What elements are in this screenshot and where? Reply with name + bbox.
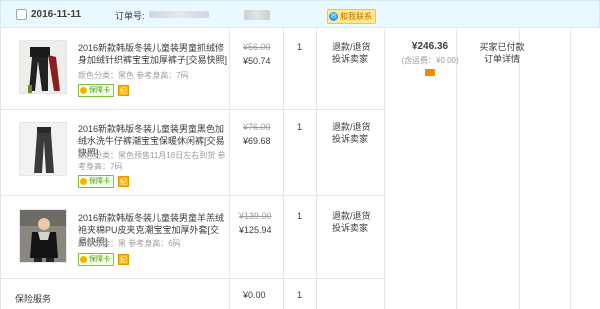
- unit-price: ¥125.94: [239, 225, 272, 235]
- guarantee-icon: [80, 87, 87, 94]
- seven-day-icon[interactable]: 纪: [118, 85, 129, 96]
- order-number-label: 订单号:: [115, 11, 145, 21]
- order-header: 2016-11-11 订单号: ✉ 和我联系: [0, 0, 600, 28]
- original-price: ¥56.00: [243, 42, 271, 52]
- insurance-price: ¥0.00: [243, 290, 266, 300]
- unit-price: ¥50.74: [243, 56, 271, 66]
- divider: [316, 28, 317, 309]
- original-price: ¥139.00: [239, 211, 272, 221]
- order-date: 2016-11-11: [31, 9, 82, 20]
- guarantee-badge[interactable]: 保障卡: [78, 175, 114, 188]
- guarantee-label: 保障卡: [89, 178, 110, 185]
- guarantee-badge[interactable]: 保障卡: [78, 84, 114, 97]
- insurance-label: 保险服务: [15, 294, 52, 304]
- product-attrs: 颜色分类：黑 参考身高：6码: [78, 239, 181, 248]
- order-checkbox[interactable]: [16, 9, 27, 20]
- badge-row: 保障卡 纪: [78, 175, 129, 188]
- refund-link[interactable]: 退款/退货: [332, 41, 382, 53]
- unit-price: ¥69.68: [243, 136, 271, 146]
- divider: [283, 28, 284, 309]
- badge-row: 保障卡 纪: [78, 253, 129, 266]
- quantity: 1: [297, 211, 303, 221]
- chat-icon: ✉: [329, 12, 338, 21]
- product-thumbnail[interactable]: [19, 209, 67, 263]
- order-detail-link[interactable]: 订单详情: [472, 53, 532, 65]
- divider: [570, 28, 571, 309]
- item-actions: 退款/退货 投诉卖家: [332, 121, 382, 145]
- order-card: 2016-11-11 订单号: ✉ 和我联系 2016新款韩版冬装儿童装男童抓绒…: [0, 0, 600, 309]
- item-actions: 退款/退货 投诉卖家: [332, 210, 382, 234]
- row-divider: [1, 109, 384, 110]
- product-attrs: 颜色分类：黑色 参考身高：7码: [78, 71, 189, 80]
- refund-link[interactable]: 退款/退货: [332, 121, 382, 133]
- guarantee-icon: [80, 256, 87, 263]
- product-title-text[interactable]: 2016新款韩版冬装儿童装男童羊羔绒袍夹棉PU皮夹克潮宝宝加厚外套: [78, 213, 224, 235]
- total-amount: ¥246.36: [411, 41, 449, 52]
- guarantee-icon: [80, 178, 87, 185]
- seven-day-icon[interactable]: 纪: [118, 254, 129, 265]
- row-divider: [1, 278, 384, 279]
- guarantee-label: 保障卡: [89, 256, 110, 263]
- order-status: 买家已付款 订单详情: [472, 41, 532, 65]
- refund-link[interactable]: 退款/退货: [332, 210, 382, 222]
- divider: [519, 28, 520, 309]
- status-text: 买家已付款: [479, 42, 525, 52]
- credit-card-icon: [425, 69, 435, 76]
- order-number-redacted: [149, 11, 209, 18]
- insurance-qty: 1: [297, 290, 303, 300]
- contact-seller-button[interactable]: ✉ 和我联系: [327, 9, 376, 24]
- original-price: ¥76.00: [243, 122, 271, 132]
- item-actions: 退款/退货 投诉卖家: [332, 41, 382, 65]
- shop-name-redacted: [244, 10, 270, 20]
- product-title-text[interactable]: 2016新款韩版冬装儿童装男童黑色加绒水洗牛仔裤潮宝宝保暖休闲裤: [78, 124, 224, 146]
- shipping-note: (含运费：¥0.00): [401, 56, 459, 65]
- order-total: ¥246.36 (含运费：¥0.00): [400, 41, 460, 76]
- row-divider: [1, 195, 384, 196]
- seven-day-icon[interactable]: 纪: [118, 176, 129, 187]
- guarantee-badge[interactable]: 保障卡: [78, 253, 114, 266]
- quantity: 1: [297, 42, 303, 52]
- guarantee-label: 保障卡: [89, 87, 110, 94]
- contact-seller-label: 和我联系: [340, 12, 372, 21]
- snapshot-link[interactable]: [交易快照]: [186, 55, 227, 65]
- divider: [229, 28, 230, 309]
- product-attrs: 颜色分类：黑色预售11月18日左右到货 参考身高：7码: [78, 151, 226, 171]
- badge-row: 保障卡 纪: [78, 84, 129, 97]
- complain-link[interactable]: 投诉卖家: [332, 53, 382, 65]
- product-title[interactable]: 2016新款韩版冬装儿童装男童抓绒修身加绒针织裤宝宝加厚裤子[交易快照]: [78, 42, 228, 66]
- product-thumbnail[interactable]: [19, 122, 67, 176]
- product-thumbnail[interactable]: [19, 40, 67, 94]
- quantity: 1: [297, 122, 303, 132]
- complain-link[interactable]: 投诉卖家: [332, 222, 382, 234]
- complain-link[interactable]: 投诉卖家: [332, 133, 382, 145]
- divider: [384, 28, 385, 309]
